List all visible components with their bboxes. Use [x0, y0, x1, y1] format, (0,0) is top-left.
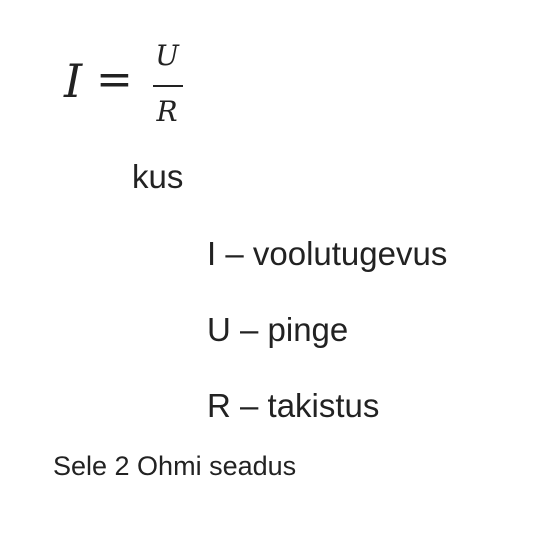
figure-caption: Sele 2 Ohmi seadus: [53, 451, 297, 481]
document-page: I = U R kus I – voolutugevus U – pinge R…: [0, 0, 550, 540]
formula-equals-sign: =: [96, 54, 133, 105]
formula-denominator: R: [156, 95, 178, 128]
fraction-bar: [153, 85, 183, 87]
formula-current-symbol: I: [64, 54, 83, 108]
ohms-law-formula: I = U R: [60, 42, 200, 142]
formula-numerator: U: [155, 39, 179, 72]
definition-current: I – voolutugevus: [207, 235, 448, 272]
definition-voltage: U – pinge: [207, 311, 349, 348]
definition-resistance: R – takistus: [207, 387, 380, 424]
where-label: kus: [132, 158, 184, 195]
